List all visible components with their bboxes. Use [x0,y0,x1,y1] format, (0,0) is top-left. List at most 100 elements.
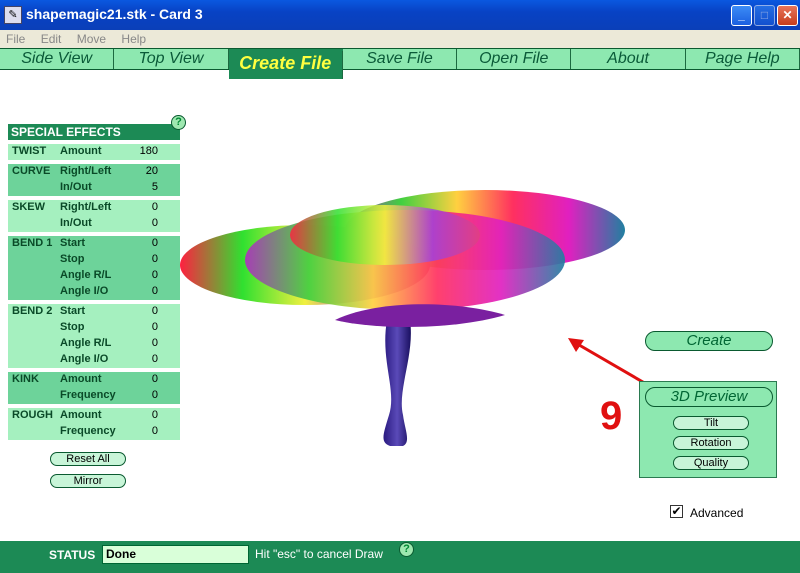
effect-row: Frequency 0 [8,388,180,404]
effect-row: BEND 2 Start 0 [8,304,180,320]
effect-group-curve: CURVE Right/Left 20 In/Out 5 [8,164,180,196]
effect-param-label: In/Out [60,217,92,229]
effect-row: BEND 1 Start 0 [8,236,180,252]
effect-name: TWIST [12,145,47,157]
advanced-label: Advanced [690,506,744,520]
minimize-button[interactable]: _ [731,5,752,26]
effect-row: In/Out 5 [8,180,180,196]
close-button[interactable]: ✕ [777,5,798,26]
effect-row: Angle R/L 0 [8,268,180,284]
status-field: Done [102,545,249,564]
effect-name: CURVE [12,165,51,177]
effect-row: Angle I/O 0 [8,284,180,300]
menu-bar: File Edit Move Help [0,30,800,48]
quality-button[interactable]: Quality [673,456,749,470]
tab-about[interactable]: About [571,49,686,69]
shape-stem [383,320,411,446]
effect-name: BEND 2 [12,305,53,317]
effect-row: TWIST Amount 180 [8,144,180,160]
effect-group-rough: ROUGH Amount 0 Frequency 0 [8,408,180,440]
effect-row: Frequency 0 [8,424,180,440]
effect-row: ROUGH Amount 0 [8,408,180,424]
shape-top-disc [290,205,480,265]
advanced-checkbox[interactable]: ✔ [670,505,683,518]
rotation-button[interactable]: Rotation [673,436,749,450]
tilt-button[interactable]: Tilt [673,416,749,430]
effect-group-kink: KINK Amount 0 Frequency 0 [8,372,180,404]
effect-row: Stop 0 [8,320,180,336]
effect-param-value[interactable]: 0 [152,217,158,229]
effect-param-value[interactable]: 0 [152,337,158,349]
3d-preview-button[interactable]: 3D Preview [645,387,773,407]
effect-param-value[interactable]: 5 [152,181,158,193]
mirror-button[interactable]: Mirror [50,474,126,488]
effect-param-label: Frequency [60,389,116,401]
effect-param-value[interactable]: 0 [152,201,158,213]
effect-param-value[interactable]: 0 [152,285,158,297]
effect-param-value[interactable]: 0 [152,305,158,317]
effect-param-label: Frequency [60,425,116,437]
tab-top-view[interactable]: Top View [114,49,229,69]
effect-group-skew: SKEW Right/Left 0 In/Out 0 [8,200,180,232]
effect-row: SKEW Right/Left 0 [8,200,180,216]
effect-param-value[interactable]: 20 [146,165,158,177]
effect-param-value[interactable]: 0 [152,237,158,249]
effect-name: BEND 1 [12,237,53,249]
menu-edit[interactable]: Edit [41,30,62,48]
tab-open-file[interactable]: Open File [457,49,572,69]
effect-param-label: Angle I/O [60,285,109,297]
effect-param-value[interactable]: 0 [152,389,158,401]
effect-group-bend-1: BEND 1 Start 0 Stop 0 Angle R/L 0 Angle I/O 0 [8,236,180,300]
effect-param-label: Amount [60,145,102,157]
effect-param-label: Angle R/L [60,337,112,349]
status-bar: STATUS Done Hit "esc" to cancel Draw ? [0,541,800,573]
effect-param-label: Amount [60,409,102,421]
effect-param-value[interactable]: 0 [152,425,158,437]
reset-all-button[interactable]: Reset All [50,452,126,466]
create-button[interactable]: Create [645,331,773,351]
effect-param-label: Right/Left [60,201,112,213]
annotation-step-number: 9 [600,394,623,438]
tab-page-help[interactable]: Page Help [685,49,800,69]
effect-group-twist: TWIST Amount 180 [8,144,180,160]
title-bar: ✎ shapemagic21.stk - Card 3 _ □ ✕ [0,0,800,30]
window-title: shapemagic21.stk - Card 3 [26,6,203,22]
effect-param-value[interactable]: 180 [140,145,158,157]
effect-param-label: Angle I/O [60,353,109,365]
effect-name: SKEW [12,201,45,213]
effect-param-label: Stop [60,321,85,333]
effect-row: In/Out 0 [8,216,180,232]
effect-param-value[interactable]: 0 [152,409,158,421]
effects-help-icon[interactable]: ? [171,115,186,130]
menu-move[interactable]: Move [77,30,106,48]
status-hint: Hit "esc" to cancel Draw [255,547,383,561]
effect-row: Angle R/L 0 [8,336,180,352]
effect-param-label: Amount [60,373,102,385]
effect-param-label: Stop [60,253,85,265]
effect-param-label: Start [60,237,86,249]
effect-param-value[interactable]: 0 [152,253,158,265]
effect-row: Stop 0 [8,252,180,268]
effect-row: KINK Amount 0 [8,372,180,388]
effect-row: Angle I/O 0 [8,352,180,368]
status-help-icon[interactable]: ? [399,542,414,557]
effect-group-bend-2: BEND 2 Start 0 Stop 0 Angle R/L 0 Angle I/O 0 [8,304,180,368]
effect-row: CURVE Right/Left 20 [8,164,180,180]
effect-param-label: In/Out [60,181,92,193]
effect-param-value[interactable]: 0 [152,373,158,385]
tab-save-file[interactable]: Save File [342,49,458,69]
maximize-button: □ [754,5,775,26]
effect-param-value[interactable]: 0 [152,269,158,281]
status-label: STATUS [49,548,96,562]
special-effects-header: SPECIAL EFFECTS [8,124,180,140]
menu-help[interactable]: Help [121,30,146,48]
effect-name: ROUGH [12,409,53,421]
effect-param-value[interactable]: 0 [152,321,158,333]
tab-side-view[interactable]: Side View [0,49,115,69]
tab-create-file[interactable]: Create File [228,51,343,79]
effect-param-label: Start [60,305,86,317]
effect-param-value[interactable]: 0 [152,353,158,365]
app-icon[interactable]: ✎ [4,6,22,24]
menu-file[interactable]: File [6,30,25,48]
effect-param-label: Right/Left [60,165,112,177]
